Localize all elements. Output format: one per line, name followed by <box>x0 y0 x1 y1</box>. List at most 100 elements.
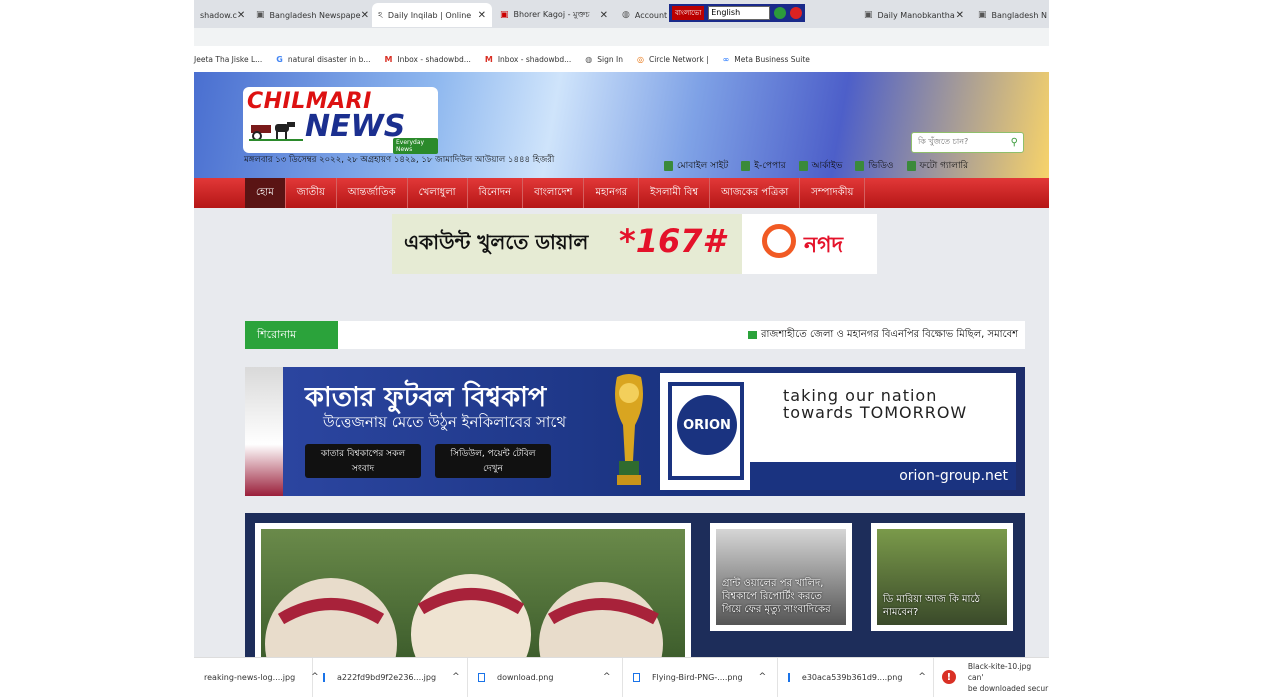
chevron-up-icon[interactable]: ^ <box>603 672 611 682</box>
confirm-icon[interactable] <box>774 7 787 19</box>
file-icon <box>787 672 790 682</box>
cancel-icon[interactable] <box>790 7 803 19</box>
download-name: reaking-news-log....jpg <box>204 672 296 682</box>
language-label: বাংলাভো <box>672 6 705 20</box>
mobile-site-link[interactable]: মোবাইল সাইট <box>664 158 728 173</box>
download-name: e30aca539b361d9....png <box>801 672 903 682</box>
photo-icon <box>906 160 916 171</box>
bookmark-label: Inbox - shadowbd... <box>397 54 471 64</box>
tab-account[interactable]: ◍ Account <box>616 3 670 27</box>
download-item[interactable]: e30aca539b361d9....png ^ <box>778 657 934 697</box>
bookmarks-bar: Jeeta Tha Jiske L... Gnatural disaster i… <box>194 48 1049 70</box>
nav-sports[interactable]: খেলাধুলা <box>408 178 468 208</box>
news-icon <box>748 331 757 339</box>
mobile-icon <box>664 160 673 171</box>
site-header: CHILMARI NEWS Everyday News মঙ্গলবার ১৩ … <box>194 72 1049 178</box>
error-line-1: Black-kite-10.jpg can' <box>967 661 1032 682</box>
worldcup-subtitle: উত্তেজনায় মেতে উঠুন ইনকিলাবের সাথে <box>323 413 567 431</box>
footballs-image <box>261 529 685 657</box>
nagad-logo-icon <box>762 224 796 258</box>
bookmark-label: natural disaster in b... <box>287 54 371 64</box>
headline-item[interactable]: রাজশাহীতে জেলা ও মহানগর বিএনপির বিক্ষোভ … <box>748 321 1018 349</box>
bookmark-item[interactable]: Jeeta Tha Jiske L... <box>194 55 262 64</box>
photo-gallery-link[interactable]: ফটো গ্যালারি <box>906 158 968 173</box>
tab-daily-inqilab[interactable]: ঽ Daily Inqilab | Online ✕ <box>372 3 492 27</box>
language-select[interactable]: English <box>708 6 771 20</box>
search-input[interactable]: কি খুঁজতে চান? ⚲ <box>911 132 1024 153</box>
main-nav: হোম জাতীয় আন্তর্জাতিক খেলাধুলা বিনোদন ব… <box>194 178 1049 208</box>
tab-shadow[interactable]: shadow.c ✕ <box>194 3 250 27</box>
video-link[interactable]: ভিডিও <box>855 158 894 173</box>
headline-text: রাজশাহীতে জেলা ও মহানগর বিএনপির বিক্ষোভ … <box>761 328 1019 340</box>
close-icon[interactable]: ✕ <box>237 10 250 21</box>
close-icon[interactable]: ✕ <box>600 10 614 21</box>
error-line-2: be downloaded secur <box>967 683 1049 693</box>
chevron-up-icon[interactable]: ^ <box>452 672 460 682</box>
worldcup-schedule-button[interactable]: সিডিউল, পয়েন্ট টেবিল দেখুন <box>435 444 551 478</box>
download-item[interactable]: reaking-news-log....jpg ^ <box>194 657 319 697</box>
nav-bangladesh[interactable]: বাংলাদেশ <box>523 178 585 208</box>
address-bar[interactable] <box>194 28 1049 46</box>
file-icon <box>478 672 485 682</box>
news-card[interactable]: গ্রান্ট ওয়ালের পর খালিদ, বিশ্বকাপে রিপো… <box>710 523 852 631</box>
search-icon[interactable]: ⚲ <box>1011 137 1018 148</box>
news-caption: ডি মারিয়া আজ কি মাঠে নামবেন? <box>883 594 980 618</box>
browser-tab-bar: shadow.c ✕ ▣ Bangladesh Newspape ✕ ঽ Daily I… <box>194 0 1049 28</box>
tab-bhorer-kagoj[interactable]: ▣ Bhorer Kagoj - মুক্তচ ✕ <box>494 3 614 27</box>
bookmark-item[interactable]: Gnatural disaster in b... <box>276 55 370 64</box>
bookmark-item[interactable]: ◍ Sign In <box>585 55 623 64</box>
link-label: ই-পেপার <box>754 161 786 171</box>
news-card[interactable]: ডি মারিয়া আজ কি মাঠে নামবেন? <box>871 523 1013 631</box>
logo-tagline: Everyday News <box>393 138 438 154</box>
nav-home[interactable]: হোম <box>245 178 286 208</box>
globe-icon: ◍ <box>585 54 593 64</box>
news-caption: গ্রান্ট ওয়ালের পর খালিদ, বিশ্বকাপে রিপো… <box>722 578 831 615</box>
top-links: মোবাইল সাইট ই-পেপার আর্কাইভ ভিডিও ফটো গ্… <box>664 158 981 173</box>
nagad-ad-banner[interactable]: একাউন্ট খুলতে ডায়াল *167# নগদ <box>392 214 877 274</box>
tab-label: Daily Inqilab | Online <box>387 10 472 20</box>
bookmark-item[interactable]: M Inbox - shadowbd... <box>384 55 470 64</box>
chevron-up-icon[interactable]: ^ <box>918 672 926 682</box>
chevron-up-icon[interactable]: ^ <box>759 672 767 682</box>
archive-link[interactable]: আর্কাইভ <box>798 158 842 173</box>
link-label: মোবাইল সাইট <box>677 161 729 171</box>
headline-label: শিরোনাম <box>245 321 338 349</box>
download-item[interactable]: download.png ^ <box>468 657 623 697</box>
bookmark-item[interactable]: ◎ Circle Network | <box>637 55 709 64</box>
nav-national[interactable]: জাতীয় <box>286 178 337 208</box>
epaper-link[interactable]: ই-পেপার <box>741 158 786 173</box>
bookmark-item[interactable]: ∞ Meta Business Suite <box>723 55 810 64</box>
meta-icon: ∞ <box>722 54 730 64</box>
close-icon[interactable]: ✕ <box>956 10 970 21</box>
download-shelf: reaking-news-log....jpg ^ a222fd9bd9f2e23… <box>194 657 1049 697</box>
close-icon[interactable]: ✕ <box>361 10 370 21</box>
bookmark-label: Sign In <box>597 54 623 64</box>
logo-text-2: NEWS <box>305 109 406 144</box>
language-toolbar: বাংলাভো English <box>669 4 806 22</box>
download-error-text: Black-kite-10.jpg can' be downloaded sec… <box>968 661 1049 694</box>
nav-islamic-world[interactable]: ইসলামী বিশ্ব <box>639 178 711 208</box>
lead-news-card[interactable] <box>255 523 691 657</box>
download-error-item[interactable]: ! Black-kite-10.jpg can' be downloaded s… <box>934 661 1049 694</box>
tab-bangladesh-newspaper[interactable]: ▣ Bangladesh Newspape ✕ <box>250 3 370 27</box>
nav-todays-paper[interactable]: আজকের পত্রিকা <box>710 178 801 208</box>
nav-editorial[interactable]: সম্পাদকীয় <box>800 178 866 208</box>
download-item[interactable]: a222fd9bd9f2e236....jpg ^ <box>313 657 468 697</box>
close-icon[interactable]: ✕ <box>478 10 492 21</box>
site-logo[interactable]: CHILMARI NEWS Everyday News <box>243 87 438 154</box>
nav-entertainment[interactable]: বিনোদন <box>468 178 524 208</box>
bookmark-item[interactable]: M Inbox - shadowbd... <box>485 55 571 64</box>
tab-daily-manobkantha[interactable]: ▣ Daily Manobkantha ✕ <box>858 3 970 27</box>
file-icon <box>323 672 325 682</box>
nav-international[interactable]: আন্তর্জাতিক <box>337 178 408 208</box>
worldcup-news-button[interactable]: কাতার বিশ্বকাপের সকল সংবাদ <box>305 444 421 478</box>
news-section: গ্রান্ট ওয়ালের পর খালিদ, বিশ্বকাপে রিপো… <box>245 513 1025 657</box>
bookmark-label: Meta Business Suite <box>734 54 810 64</box>
tab-bangladesh-n[interactable]: ▣ Bangladesh N <box>972 3 1049 27</box>
ad-text: একাউন্ট খুলতে ডায়াল <box>404 230 589 254</box>
nav-city[interactable]: মহানগর <box>584 178 640 208</box>
download-item[interactable]: Flying-Bird-PNG-....png ^ <box>623 657 778 697</box>
search-placeholder: কি খুঁজতে চান? <box>918 137 969 146</box>
orion-logo: ORION <box>677 395 737 455</box>
site-icon: ▣ <box>256 10 265 20</box>
